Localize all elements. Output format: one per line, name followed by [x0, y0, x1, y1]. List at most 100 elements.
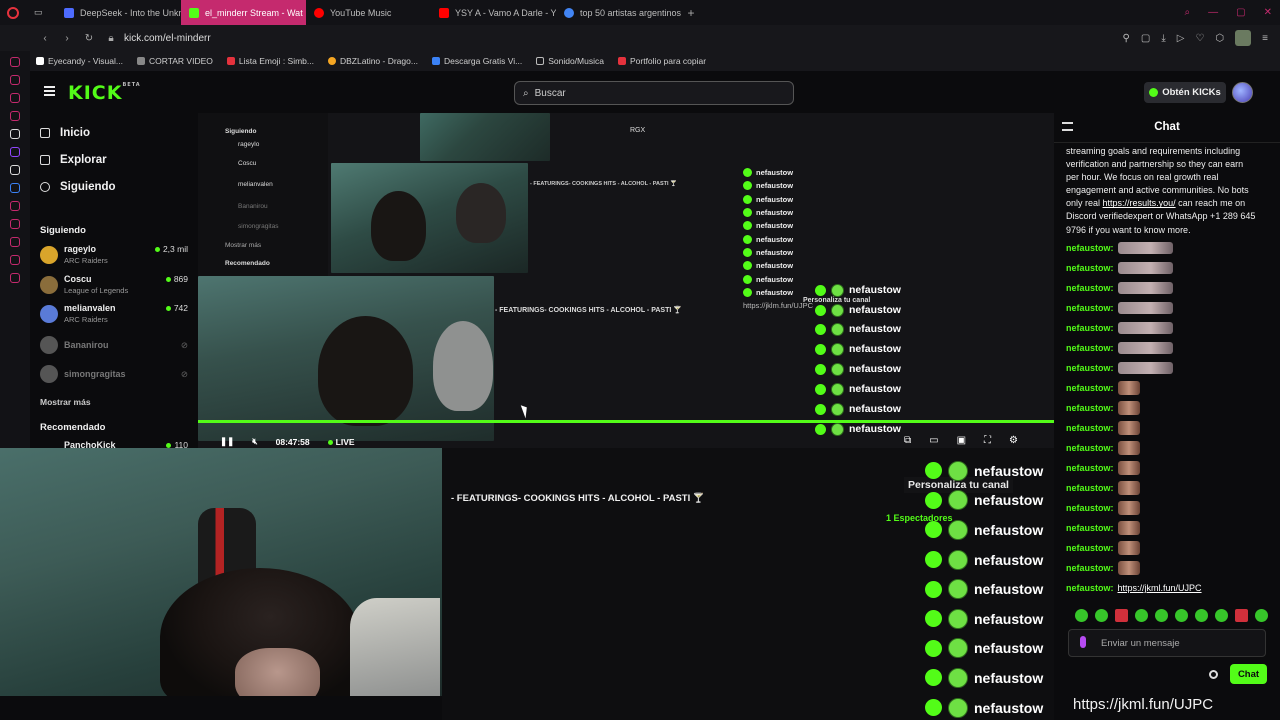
tools-icon[interactable]: [10, 255, 20, 265]
nav-siguiendo[interactable]: Siguiendo: [40, 181, 116, 193]
pin-icon[interactable]: ⚲: [1123, 33, 1130, 44]
player-icon[interactable]: [10, 183, 20, 193]
chat-settings-icon[interactable]: [1209, 670, 1218, 679]
download-icon[interactable]: ⤓: [1161, 33, 1165, 44]
twitch-icon[interactable]: [10, 147, 20, 157]
avatar: [40, 276, 58, 294]
chat-message: nefaustow:: [1066, 459, 1140, 477]
forward-icon[interactable]: ›: [58, 33, 76, 44]
spam-message: streaming goals and requirements includi…: [1066, 146, 1256, 235]
emote-icon: [1117, 541, 1140, 555]
overlay-label: RGX: [630, 127, 646, 134]
channel-coscu[interactable]: Coscu League of Legends 869: [40, 274, 190, 298]
recommended-heading: Recomendado: [40, 422, 106, 433]
clip-icon[interactable]: ⧉: [904, 435, 911, 446]
tab-youtube-music[interactable]: YouTube Music: [306, 0, 431, 25]
menu-icon[interactable]: ≡: [1262, 33, 1268, 44]
bookmark-descarga[interactable]: Descarga Gratis Vi...: [431, 56, 522, 66]
fullscreen-icon[interactable]: ⛶: [984, 435, 991, 446]
channel-simongragitas[interactable]: simongragitas ⊘: [40, 363, 190, 387]
chat-message: nefaustow:: [1066, 279, 1173, 297]
theater-icon[interactable]: ▭: [929, 435, 938, 446]
chat-message: nefaustow:: [1066, 559, 1140, 577]
chat-message-input[interactable]: Enviar un mensaje: [1068, 629, 1266, 657]
minimize-icon[interactable]: —: [1208, 7, 1218, 18]
live-dot-icon: [154, 246, 160, 252]
tab-list-icon[interactable]: ▭: [26, 0, 56, 25]
stream-player[interactable]: Siguiendo rageylo Coscu melianvalen Bana…: [198, 113, 1054, 448]
reload-icon[interactable]: ↻: [80, 33, 98, 44]
bookmark-eyecandy[interactable]: Eyecandy - Visual...: [36, 56, 123, 66]
chat-message: nefaustow:: [1066, 379, 1140, 397]
spam-link[interactable]: https://results.you/: [1103, 198, 1176, 208]
snapshot-icon[interactable]: ▢: [1141, 33, 1150, 44]
chat-message: nefaustow:: [1066, 239, 1173, 257]
tab-google-search[interactable]: top 50 artistas argentinos: [556, 0, 681, 25]
chat-message: nefaustow:: [1066, 399, 1140, 417]
bookmark-portfolio[interactable]: Portfolio para copiar: [617, 56, 706, 66]
nav-inicio[interactable]: Inicio: [40, 127, 90, 139]
progress-bar[interactable]: [198, 420, 1054, 423]
chat-message: nefaustow:: [1066, 479, 1140, 497]
messenger-icon[interactable]: [10, 93, 20, 103]
emote-icon: [1117, 421, 1140, 435]
search-tabs-icon[interactable]: ⌕: [1185, 7, 1191, 18]
speed-dial-icon[interactable]: [10, 57, 20, 67]
channel-melianvalen[interactable]: melianvalen ARC Raiders 742: [40, 303, 190, 327]
emote-icon: [1117, 262, 1173, 274]
nav-explorar[interactable]: Explorar: [40, 154, 107, 166]
kick-app-icon[interactable]: [10, 129, 20, 139]
search-icon: ⌕: [523, 87, 529, 99]
bookmark-lista-emoji[interactable]: Lista Emoji : Simb...: [226, 56, 314, 66]
bookmark-sonido-folder[interactable]: Sonido/Musica: [536, 56, 604, 66]
show-more-link[interactable]: Mostrar más: [40, 397, 91, 407]
maximize-icon[interactable]: ▢: [1236, 7, 1245, 18]
tab-deepseek[interactable]: DeepSeek - Into the Unkn: [56, 0, 181, 25]
large-chat-row: nefaustow: [925, 456, 1054, 486]
large-chat-echo: nefaustow nefaustow nefaustow nefaustow …: [925, 456, 1054, 720]
bookmark-dbzlatino[interactable]: DBZLatino - Drago...: [328, 56, 418, 66]
nested-sidebar-capture: Siguiendo rageylo Coscu melianvalen Bana…: [198, 113, 328, 278]
close-icon[interactable]: ✕: [1264, 7, 1272, 18]
tab-youtube-video[interactable]: YSY A - Vamo A Darle - Y: [431, 0, 556, 25]
player-settings-icon[interactable]: ⚙: [1009, 435, 1018, 446]
settings-icon[interactable]: [10, 273, 20, 283]
play-icon[interactable]: ▷: [1177, 33, 1185, 44]
hamburger-menu-icon[interactable]: [44, 86, 55, 96]
profile-avatar-icon[interactable]: [1235, 30, 1252, 46]
opera-logo-icon[interactable]: [0, 0, 26, 25]
search-input[interactable]: ⌕ Buscar: [514, 81, 794, 105]
x-icon[interactable]: [10, 165, 20, 175]
tab-kick-stream[interactable]: el_minderr Stream - Wat: [181, 0, 306, 25]
history-icon[interactable]: [10, 237, 20, 247]
channel-bananirou[interactable]: Bananirou ⊘: [40, 334, 190, 358]
new-tab-button[interactable]: +: [681, 4, 701, 22]
chat-messages[interactable]: streaming goals and requirements includi…: [1054, 143, 1280, 630]
instagram-icon[interactable]: [10, 111, 20, 121]
channel-recommended-peek[interactable]: PanchoKick 110: [40, 440, 190, 448]
channel-rageylo[interactable]: rageylo ARC Raiders 2,3 mil: [40, 244, 190, 268]
extensions-icon[interactable]: ⬡: [1215, 33, 1224, 44]
mute-icon[interactable]: 🔇︎: [252, 436, 257, 447]
microphone-icon[interactable]: [1080, 636, 1086, 648]
user-avatar[interactable]: [1232, 82, 1253, 103]
bookmark-cortar-video[interactable]: CORTAR VIDEO: [136, 56, 213, 66]
avatar: [40, 336, 58, 354]
large-url-overlay: https://jkml.fun/UJPC: [1073, 696, 1214, 713]
chat-message: nefaustow:: [1066, 339, 1173, 357]
pip-icon[interactable]: ▣: [957, 435, 966, 446]
url-field[interactable]: kick.com/el-minderr: [124, 33, 211, 44]
heart-bookmark-icon[interactable]: ♡: [1195, 33, 1204, 44]
chat-link[interactable]: https://jkml.fun/UJPC: [1118, 583, 1202, 593]
avatar: [40, 365, 58, 383]
player-controls: ❚❚ 🔇︎ 08:47:58 LIVE: [220, 436, 355, 447]
pinboard-icon[interactable]: [10, 201, 20, 211]
kick-logo[interactable]: KICKBETA: [68, 82, 141, 104]
back-icon[interactable]: ‹: [36, 33, 54, 44]
pause-icon[interactable]: ❚❚: [220, 436, 234, 447]
wallet-icon[interactable]: [10, 219, 20, 229]
aria-icon[interactable]: [10, 75, 20, 85]
get-kicks-button[interactable]: Obtén KICKs: [1144, 82, 1226, 103]
chat-send-button[interactable]: Chat: [1230, 664, 1267, 684]
chat-message: nefaustow:: [1066, 439, 1140, 457]
